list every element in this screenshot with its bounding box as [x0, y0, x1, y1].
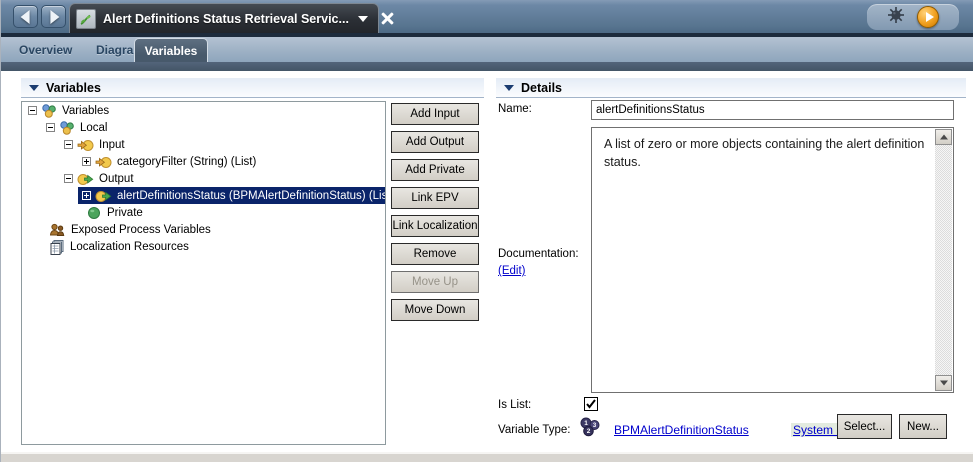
collapse-triangle-icon[interactable]	[504, 84, 514, 91]
variable-type-label: Variable Type:	[498, 424, 571, 436]
tree-item-label: Localization Resources	[70, 240, 189, 253]
back-arrow-icon	[20, 9, 30, 24]
tree-item-label: Local	[80, 121, 108, 134]
tree-item-label: Variables	[62, 104, 110, 117]
tree-item-variables[interactable]: Variables	[22, 102, 385, 119]
tab-overview[interactable]: Overview	[19, 37, 72, 62]
main-content: Variables Variables Local Input category…	[1, 71, 973, 452]
localization-docs-icon	[50, 239, 64, 255]
details-section-header: Details	[496, 78, 966, 98]
variables-cluster-icon	[60, 120, 74, 135]
variable-type-link[interactable]: BPMAlertDefinitionStatus	[614, 423, 749, 437]
checkbox-checked-icon	[586, 399, 596, 409]
remove-button[interactable]: Remove	[391, 243, 479, 265]
selected-row-highlight: alertDefinitionsStatus (BPMAlertDefiniti…	[78, 187, 386, 204]
tree-item-categoryfilter[interactable]: categoryFilter (String) (List)	[22, 153, 385, 170]
editor-title-tab[interactable]: Alert Definitions Status Retrieval Servi…	[69, 3, 379, 33]
collapse-box-icon[interactable]	[64, 174, 73, 183]
tree-item-label: Input	[99, 138, 125, 151]
name-label: Name:	[498, 103, 532, 115]
is-list-checkbox[interactable]	[584, 397, 598, 411]
collapse-box-icon[interactable]	[46, 123, 55, 132]
private-sphere-icon	[88, 206, 100, 219]
collapse-triangle-icon[interactable]	[29, 84, 39, 91]
editor-tabstrip: Overview Diagram Variables	[1, 37, 973, 62]
nav-forward-button[interactable]	[41, 5, 66, 28]
collapse-box-icon[interactable]	[28, 106, 37, 115]
tree-item-exposed-process-variables[interactable]: Exposed Process Variables	[22, 221, 385, 238]
input-arrow-icon	[95, 156, 112, 168]
tab-variables[interactable]: Variables	[134, 38, 208, 62]
svg-text:2: 2	[587, 428, 591, 435]
is-list-label: Is List:	[498, 399, 532, 411]
svg-text:1: 1	[584, 420, 588, 427]
move-down-button[interactable]: Move Down	[391, 299, 479, 321]
new-type-button[interactable]: New...	[899, 414, 947, 439]
tree-item-input[interactable]: Input	[22, 136, 385, 153]
documentation-textarea[interactable]: A list of zero or more objects containin…	[591, 127, 954, 393]
add-input-button[interactable]: Add Input	[391, 103, 479, 125]
variables-cluster-icon	[42, 103, 56, 118]
scroll-down-button[interactable]	[935, 375, 952, 391]
variable-type-icon: 1 3 2	[579, 416, 601, 443]
output-arrow-icon	[77, 173, 94, 185]
tree-item-private[interactable]: Private	[22, 204, 385, 221]
status-bar	[1, 452, 973, 462]
tree-item-alertdefinitionsstatus[interactable]: alertDefinitionsStatus (BPMAlertDefiniti…	[22, 187, 385, 204]
documentation-text: A list of zero or more objects containin…	[604, 137, 925, 170]
variables-section-header: Variables	[21, 78, 484, 98]
run-toolbar	[867, 4, 959, 30]
application-window: { "window": { "title": "Alert Definition…	[0, 0, 973, 462]
tab-underline-bar	[1, 62, 973, 71]
vertical-scrollbar[interactable]	[935, 129, 952, 391]
expand-box-icon[interactable]	[82, 191, 91, 200]
scroll-up-arrow-icon	[939, 134, 948, 140]
link-epv-button[interactable]: Link EPV	[391, 187, 479, 209]
scroll-up-button[interactable]	[935, 129, 952, 145]
move-up-button: Move Up	[391, 271, 479, 293]
link-localization-button[interactable]: Link Localization	[391, 215, 479, 237]
play-triangle-icon	[926, 12, 934, 22]
scroll-down-arrow-icon	[939, 380, 948, 386]
chevron-down-icon[interactable]	[357, 15, 368, 22]
tree-item-label: Private	[107, 206, 143, 219]
debug-bug-icon[interactable]	[887, 6, 905, 29]
tree-item-output[interactable]: Output	[22, 170, 385, 187]
input-arrow-icon	[77, 139, 94, 151]
details-section-title: Details	[521, 80, 562, 95]
documentation-label: Documentation:	[498, 248, 579, 260]
documentation-edit-link[interactable]: (Edit)	[498, 265, 525, 277]
select-type-button[interactable]: Select...	[837, 414, 892, 439]
expand-box-icon[interactable]	[82, 157, 91, 166]
name-input[interactable]	[591, 100, 954, 120]
editor-title: Alert Definitions Status Retrieval Servi…	[103, 11, 349, 26]
tree-item-localization-resources[interactable]: Localization Resources	[22, 238, 385, 255]
collapse-box-icon[interactable]	[64, 140, 73, 149]
exposed-people-icon	[49, 223, 65, 236]
window-toolbar: Alert Definitions Status Retrieval Servi…	[1, 0, 973, 33]
variables-section-title: Variables	[46, 80, 101, 95]
add-output-button[interactable]: Add Output	[391, 131, 479, 153]
tree-item-label: Exposed Process Variables	[71, 223, 211, 236]
tree-item-label: categoryFilter (String) (List)	[117, 155, 257, 168]
run-play-icon[interactable]	[917, 6, 939, 28]
tree-item-label: Output	[99, 172, 134, 185]
add-private-button[interactable]: Add Private	[391, 159, 479, 181]
nav-back-button[interactable]	[13, 5, 38, 28]
service-icon	[76, 8, 96, 29]
output-arrow-icon	[95, 190, 112, 202]
forward-arrow-icon	[49, 9, 59, 24]
variables-tree[interactable]: Variables Local Input categoryFilter (St…	[21, 101, 386, 445]
tree-item-label: alertDefinitionsStatus (BPMAlertDefiniti…	[117, 189, 386, 202]
tree-item-local[interactable]: Local	[22, 119, 385, 136]
